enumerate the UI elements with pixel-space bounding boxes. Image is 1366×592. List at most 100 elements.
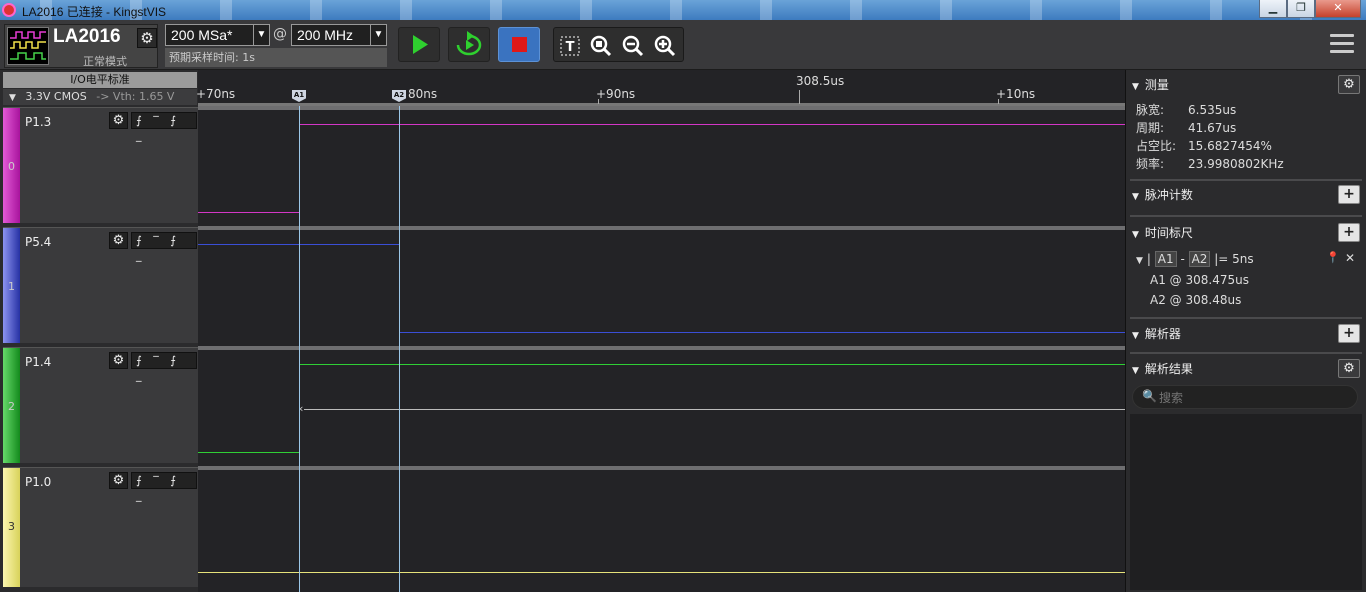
signal-trace-ch0-low <box>198 212 299 213</box>
stop-button[interactable] <box>498 27 540 62</box>
decode-results-section-header[interactable]: ▼ 解析结果 ⚙ <box>1132 359 1360 379</box>
decode-results-title: 解析结果 <box>1144 362 1193 376</box>
search-input[interactable] <box>1159 389 1349 406</box>
channel-row-3[interactable]: 3 P1.0 ⚙ ⨍ ‾ ⨍ _ <box>3 467 198 587</box>
measure-row: 脉宽: 6.535us <box>1136 101 1236 118</box>
add-time-ruler-button[interactable]: + <box>1338 223 1360 242</box>
signal-trace-ch2-high <box>299 364 1125 365</box>
pulse-count-title: 脉冲计数 <box>1144 188 1193 202</box>
trigger-mode-icons[interactable]: ⨍ ‾ ⨍ _ <box>131 472 197 502</box>
repeat-start-button[interactable] <box>448 27 490 62</box>
collapse-triangle-icon: ▼ <box>1132 230 1139 240</box>
device-box: LA2016 ⚙ 正常模式 <box>4 24 158 68</box>
measure-section-header[interactable]: ▼ 测量 ⚙ <box>1132 75 1360 95</box>
measure-key: 脉宽: <box>1136 103 1165 117</box>
decoder-section-header[interactable]: ▼ 解析器 + <box>1132 324 1360 344</box>
close-button[interactable]: ✕ <box>1315 0 1361 18</box>
cursor-marker-a1[interactable]: A1 <box>292 90 306 102</box>
add-decoder-button[interactable]: + <box>1338 324 1360 343</box>
channel-separator <box>198 226 1125 230</box>
waveform-view[interactable]: +70ns 80ns +90ns 308.5us +10ns A1 A2 ‹ <box>196 70 1125 592</box>
cursor-line-a2[interactable] <box>399 106 400 592</box>
pin-icon[interactable]: 📍 <box>1326 251 1340 264</box>
sample-rate-value: 200 MSa* <box>171 27 233 43</box>
channel-label[interactable]: P1.4 <box>25 355 51 369</box>
channel-separator <box>198 106 1125 110</box>
channel-row-2[interactable]: 2 P1.4 ⚙ ⨍ ‾ ⨍ _ <box>3 347 198 463</box>
collapse-triangle-icon: ▼ <box>1136 256 1143 266</box>
minimize-button[interactable]: ▁ <box>1259 0 1287 18</box>
channel-separator <box>198 466 1125 470</box>
channel-settings-gear-icon[interactable]: ⚙ <box>109 112 128 129</box>
window-title: LA2016 已连接 - KingstVIS <box>22 5 167 19</box>
ruler-label: 80ns <box>408 87 438 101</box>
repeat-play-icon <box>456 31 482 56</box>
vth-value: -> Vth: 1.65 V <box>96 90 175 103</box>
start-button[interactable] <box>398 27 440 62</box>
desktop-strip <box>0 0 1366 20</box>
side-panel: ▼ 测量 ⚙ 脉宽: 6.535us 周期: 41.67us 占空比: 15.68274… <box>1125 70 1366 592</box>
pulse-count-section-header[interactable]: ▼ 脉冲计数 + <box>1132 185 1360 205</box>
decode-results-settings-gear-icon[interactable]: ⚙ <box>1338 359 1360 378</box>
channel-index: 2 <box>8 400 15 413</box>
delta-a-tag: A1 <box>1154 251 1177 267</box>
clock-select[interactable]: 200 MHz ▼ <box>291 24 387 46</box>
zoom-fit-icon[interactable] <box>589 34 613 58</box>
channel-row-1[interactable]: 1 P5.4 ⚙ ⨍ ‾ ⨍ _ <box>3 227 198 343</box>
cursor-marker-a2[interactable]: A2 <box>392 90 406 102</box>
ruler-tick <box>598 99 599 104</box>
collapse-triangle-icon: ▼ <box>1132 331 1139 341</box>
zoom-in-icon[interactable] <box>653 34 677 58</box>
channel-label[interactable]: P1.0 <box>25 475 51 489</box>
zoom-out-icon[interactable] <box>621 34 645 58</box>
a2-position: A2 @ 308.48us <box>1150 293 1242 307</box>
measure-title: 测量 <box>1144 78 1169 92</box>
close-icon[interactable]: ✕ <box>1345 251 1355 265</box>
channel-settings-gear-icon[interactable]: ⚙ <box>109 232 128 249</box>
restore-button[interactable]: ❐ <box>1287 0 1315 18</box>
text-cursor-icon[interactable]: T <box>558 34 582 58</box>
search-box[interactable]: 🔍 <box>1132 385 1358 409</box>
sample-rate-select[interactable]: 200 MSa* ▼ <box>165 24 270 46</box>
hamburger-menu-icon[interactable] <box>1330 34 1354 56</box>
chevron-down-icon: ▼ <box>370 25 386 45</box>
channel-settings-gear-icon[interactable]: ⚙ <box>109 472 128 489</box>
trigger-mode-icons[interactable]: ⨍ ‾ ⨍ _ <box>131 232 197 262</box>
channel-settings-gear-icon[interactable]: ⚙ <box>109 352 128 369</box>
cursor-line-a1[interactable] <box>299 106 300 592</box>
channel-panel: I/O电平标准 ▼ 3.3V CMOS -> Vth: 1.65 V 0 P1.… <box>0 70 198 592</box>
device-settings-gear-icon[interactable]: ⚙ <box>137 28 157 48</box>
measure-key: 占空比: <box>1136 139 1177 153</box>
search-icon: 🔍 <box>1142 389 1157 403</box>
delta-row[interactable]: ▼ | A1 - A2 |= 5ns <box>1136 251 1254 267</box>
measure-value: 41.67us <box>1188 121 1237 135</box>
time-ruler[interactable]: +70ns 80ns +90ns 308.5us +10ns A1 A2 <box>196 70 1125 106</box>
waveform-logo-icon <box>7 27 49 65</box>
expected-sample-time: 预期采样时间: 1s <box>165 48 387 67</box>
channel-index: 3 <box>8 520 15 533</box>
zoom-toolbar: T <box>553 27 684 62</box>
device-mode[interactable]: 正常模式 <box>53 53 157 69</box>
svg-text:T: T <box>566 40 575 55</box>
signal-trace-ch2-low <box>198 452 299 453</box>
time-ruler-title: 时间标尺 <box>1144 226 1193 240</box>
ruler-label: 308.5us <box>796 74 845 88</box>
decode-results-list[interactable] <box>1130 414 1362 590</box>
measure-settings-gear-icon[interactable]: ⚙ <box>1338 75 1360 94</box>
time-ruler-section-header[interactable]: ▼ 时间标尺 + <box>1132 223 1360 243</box>
main-toolbar: LA2016 ⚙ 正常模式 200 MSa* ▼ @ 200 MHz ▼ 预期采… <box>0 20 1366 70</box>
channel-label[interactable]: P1.3 <box>25 115 51 129</box>
trigger-mode-icons[interactable]: ⨍ ‾ ⨍ _ <box>131 112 197 142</box>
signal-trace-ch1-low <box>399 332 1125 333</box>
channel-label[interactable]: P5.4 <box>25 235 51 249</box>
play-icon <box>413 35 428 54</box>
ruler-label: +90ns <box>596 87 636 101</box>
add-pulse-count-button[interactable]: + <box>1338 185 1360 204</box>
measure-key: 周期: <box>1136 121 1165 135</box>
measure-value: 15.6827454% <box>1188 139 1272 153</box>
io-standard-select[interactable]: ▼ 3.3V CMOS -> Vth: 1.65 V <box>3 89 197 105</box>
channel-row-0[interactable]: 0 P1.3 ⚙ ⨍ ‾ ⨍ _ <box>3 107 198 223</box>
at-sign: @ <box>273 26 287 42</box>
trigger-mode-icons[interactable]: ⨍ ‾ ⨍ _ <box>131 352 197 382</box>
io-standard-header: I/O电平标准 <box>3 72 197 88</box>
